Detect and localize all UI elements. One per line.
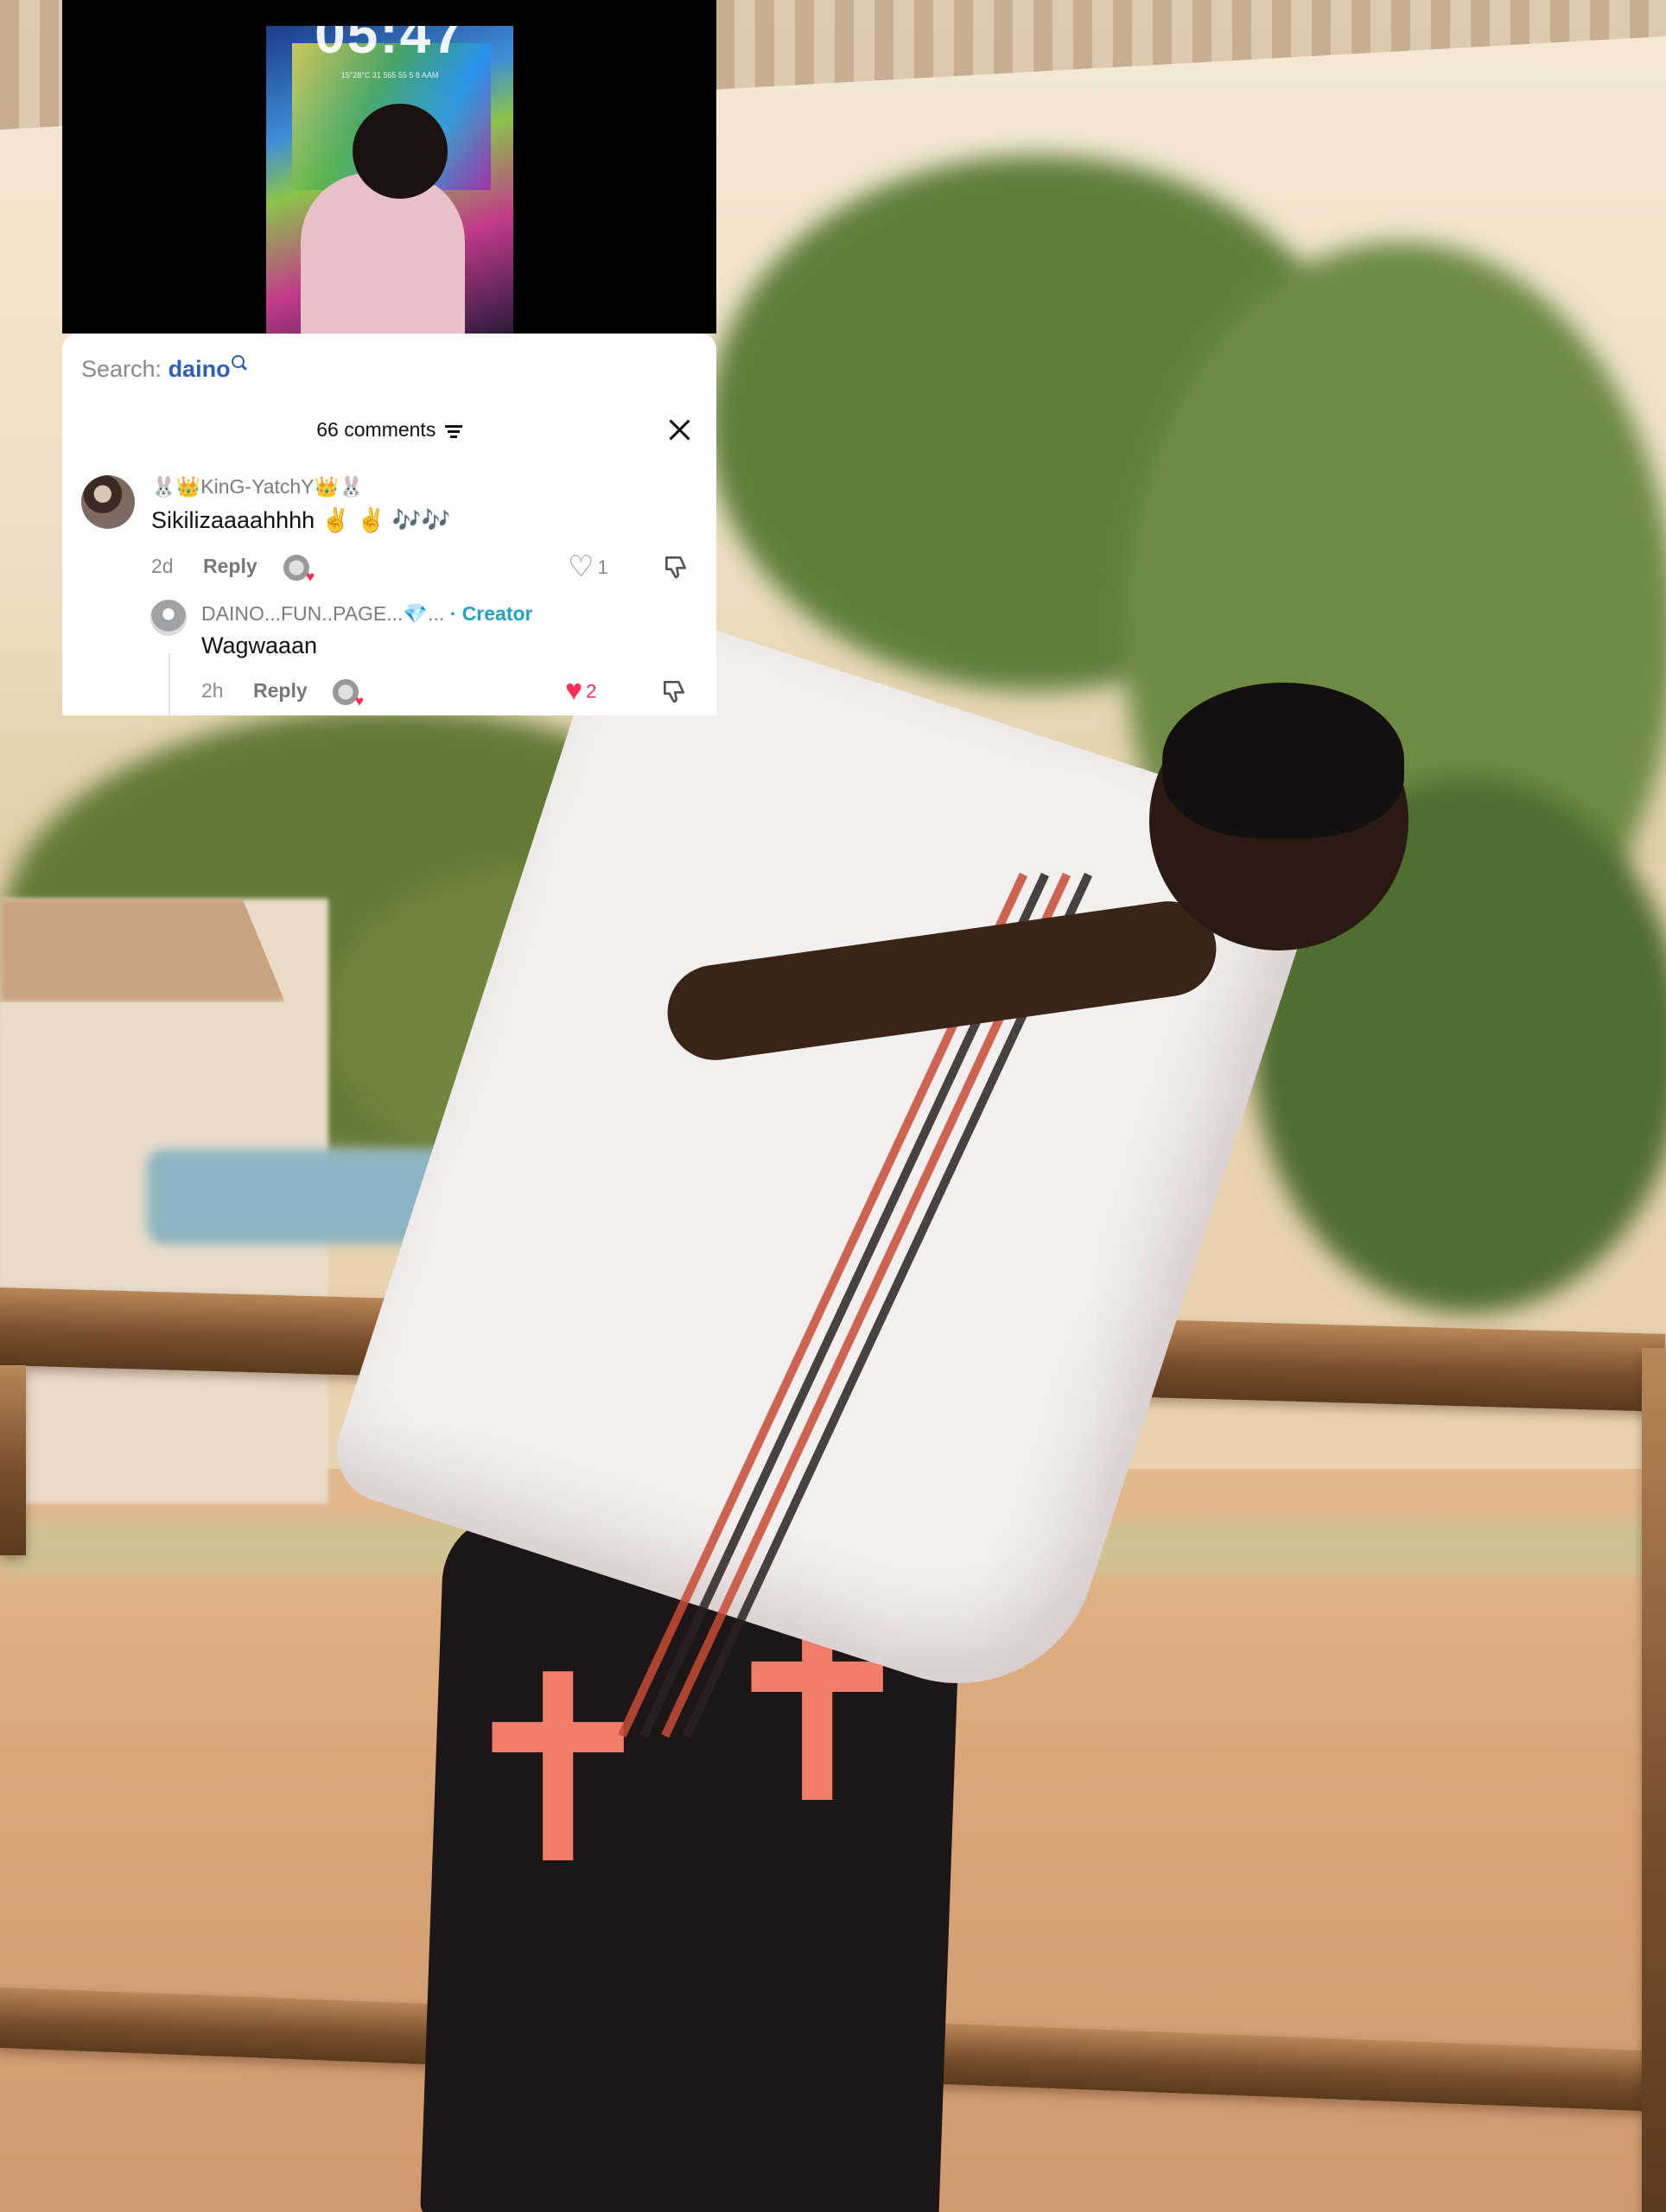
video-thumbnail[interactable]: 05:47 15°28°C 31 565 55 5 8 AAM xyxy=(266,26,513,334)
pants-cross-graphic: ✝ xyxy=(449,1620,667,1922)
dislike-icon[interactable] xyxy=(660,677,688,705)
like-count: 2 xyxy=(586,680,597,702)
comment-username[interactable]: DAINO...FUN..PAGE...💎... · Creator xyxy=(201,602,533,626)
search-label: Search: xyxy=(81,356,169,382)
creator-username[interactable]: DAINO...FUN..PAGE...💎... xyxy=(201,602,444,625)
lockscreen-status: 15°28°C 31 565 55 5 8 AAM xyxy=(340,71,439,79)
dislike-icon[interactable] xyxy=(662,553,690,581)
comments-sheet: Search: daino 66 comments 🐰👑KinG-YatchY👑… xyxy=(62,334,716,715)
creator-badge: · Creator xyxy=(449,602,533,625)
video-figure-head xyxy=(353,104,448,199)
heart-filled-icon: ♥ xyxy=(565,674,583,707)
comment-text: Wagwaaan xyxy=(201,632,318,658)
comment-count-header[interactable]: 66 comments xyxy=(62,418,716,442)
comment-count: 66 comments xyxy=(316,418,436,441)
reply-button[interactable]: Reply xyxy=(253,679,308,702)
like-count: 1 xyxy=(597,556,608,578)
close-icon[interactable] xyxy=(668,418,690,441)
reply-button[interactable]: Reply xyxy=(203,555,258,578)
like-button[interactable]: ♥ 2 xyxy=(565,674,597,709)
comment-age: 2h xyxy=(201,679,224,702)
avatar[interactable] xyxy=(81,475,135,529)
creator-liked-icon xyxy=(333,679,364,710)
comment-age: 2d xyxy=(151,555,174,577)
search-suggestion[interactable]: Search: daino xyxy=(81,355,245,383)
creator-liked-icon xyxy=(283,555,315,586)
hair xyxy=(1162,683,1404,838)
lockscreen-clock: 05:47 xyxy=(315,26,465,65)
comment-username[interactable]: 🐰👑KinG-YatchY👑🐰 xyxy=(151,475,364,499)
video-figure xyxy=(301,173,465,334)
thread-line xyxy=(169,653,170,715)
comment-text: Sikilizaaaahhhh ✌️ ✌️ 🎶🎶 xyxy=(151,507,451,533)
video-panel[interactable]: 05:47 15°28°C 31 565 55 5 8 AAM xyxy=(62,0,716,334)
like-button[interactable]: ♡ 1 xyxy=(568,550,608,586)
heart-icon: ♡ xyxy=(568,550,595,583)
search-icon xyxy=(231,355,245,368)
search-keyword[interactable]: daino xyxy=(169,356,231,382)
avatar[interactable] xyxy=(150,600,187,636)
sort-filter-icon[interactable] xyxy=(444,425,462,438)
